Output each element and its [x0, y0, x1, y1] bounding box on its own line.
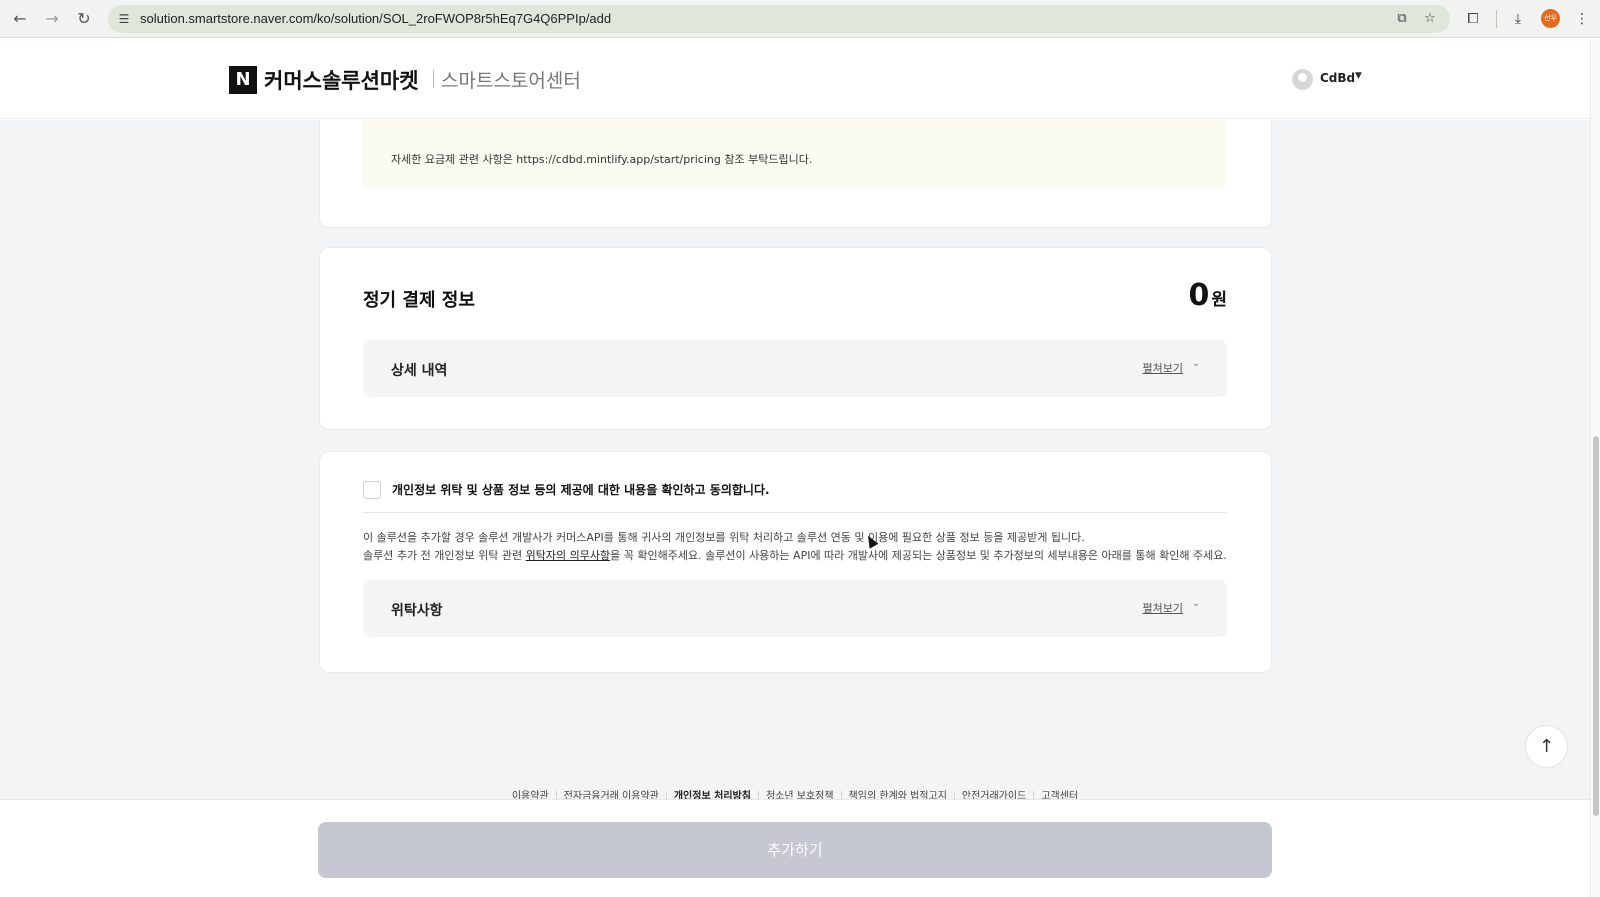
payment-amount: 0원	[1188, 278, 1227, 313]
caret-down-icon[interactable]: ▼	[1355, 71, 1362, 81]
url-text[interactable]: solution.smartstore.naver.com/ko/solutio…	[140, 11, 611, 26]
payment-expand-link[interactable]: 펼쳐보기	[1143, 360, 1183, 376]
profile-avatar[interactable]: 선우	[1541, 9, 1560, 28]
brand-title[interactable]: 커머스솔루션마켓	[264, 65, 419, 95]
consent-checkbox[interactable]	[363, 481, 381, 499]
payment-currency: 원	[1211, 290, 1227, 310]
consent-description-line2: 솔루션 추가 전 개인정보 위탁 관련 위탁자의 의무사항을 꼭 확인해주세요.…	[363, 547, 1227, 563]
brand-divider	[433, 70, 434, 88]
naver-logo[interactable]: N	[229, 66, 257, 94]
bottom-action-bar: 추가하기	[0, 799, 1590, 897]
browser-toolbar: ← → ↻ ☰ solution.smartstore.naver.com/ko…	[0, 0, 1600, 38]
chevron-down-icon[interactable]: ⌄	[1192, 598, 1200, 609]
forward-icon[interactable]: →	[42, 9, 62, 29]
user-name[interactable]: CdBd	[1320, 71, 1355, 85]
consent-card: 개인정보 위탁 및 상품 정보 등의 제공에 대한 내용을 확인하고 동의합니다…	[319, 451, 1272, 673]
main-content: 자세한 요금제 관련 사항은 https://cdbd.mintlify.app…	[0, 120, 1590, 897]
consent-desc-prefix: 솔루션 추가 전 개인정보 위탁 관련	[363, 549, 526, 562]
sub-brand-title[interactable]: 스마트스토어센터	[441, 66, 581, 93]
pricing-card: 자세한 요금제 관련 사항은 https://cdbd.mintlify.app…	[319, 120, 1272, 228]
reload-icon[interactable]: ↻	[74, 9, 94, 29]
consent-desc-suffix: 을 꼭 확인해주세요. 솔루션이 사용하는 API에 따라 개발사에 제공되는 …	[610, 549, 1227, 562]
consent-description-line1: 이 솔루션을 추가할 경우 솔루션 개발사가 커머스API를 통해 귀사의 개인…	[363, 531, 1085, 544]
address-bar[interactable]: ☰ solution.smartstore.naver.com/ko/solut…	[108, 5, 1450, 33]
app-header: N 커머스솔루션마켓 스마트스토어센터 CdBd ▼	[0, 39, 1590, 119]
consent-divider	[363, 512, 1227, 513]
download-icon[interactable]: ⤓	[1508, 9, 1528, 29]
payment-title: 정기 결제 정보	[363, 290, 475, 311]
back-icon[interactable]: ←	[10, 9, 30, 29]
add-solution-button[interactable]: 추가하기	[318, 822, 1272, 878]
install-icon[interactable]: ⧉	[1394, 11, 1410, 27]
chevron-down-icon[interactable]: ⌄	[1192, 358, 1200, 369]
page-scrollbar[interactable]	[1590, 39, 1600, 897]
user-avatar-icon[interactable]	[1292, 69, 1313, 90]
trustor-obligations-link[interactable]: 위탁자의 의무사항	[526, 549, 610, 562]
star-icon[interactable]: ☆	[1422, 11, 1438, 27]
pricing-notice-text: 자세한 요금제 관련 사항은 https://cdbd.mintlify.app…	[391, 153, 813, 166]
payment-amount-value: 0	[1188, 278, 1210, 313]
payment-card: 정기 결제 정보 0원 상세 내역 펼쳐보기 ⌄	[319, 247, 1272, 430]
trust-detail-row[interactable]: 위탁사항 펼쳐보기 ⌄	[363, 580, 1227, 637]
scroll-top-button[interactable]: ↑	[1525, 725, 1568, 768]
trust-expand-link[interactable]: 펼쳐보기	[1143, 600, 1183, 616]
site-settings-icon[interactable]: ☰	[116, 11, 132, 27]
extensions-icon[interactable]: ⧠	[1463, 9, 1483, 29]
trust-detail-label: 위탁사항	[391, 603, 443, 619]
scrollbar-thumb[interactable]	[1593, 436, 1599, 816]
payment-detail-label: 상세 내역	[391, 363, 448, 379]
payment-detail-row[interactable]: 상세 내역 펼쳐보기 ⌄	[363, 340, 1227, 397]
toolbar-divider	[1496, 10, 1497, 28]
arrow-up-icon: ↑	[1538, 736, 1555, 757]
pricing-notice: 자세한 요금제 관련 사항은 https://cdbd.mintlify.app…	[363, 120, 1227, 189]
consent-title[interactable]: 개인정보 위탁 및 상품 정보 등의 제공에 대한 내용을 확인하고 동의합니다…	[392, 481, 770, 498]
menu-icon[interactable]: ⋮	[1572, 9, 1592, 29]
